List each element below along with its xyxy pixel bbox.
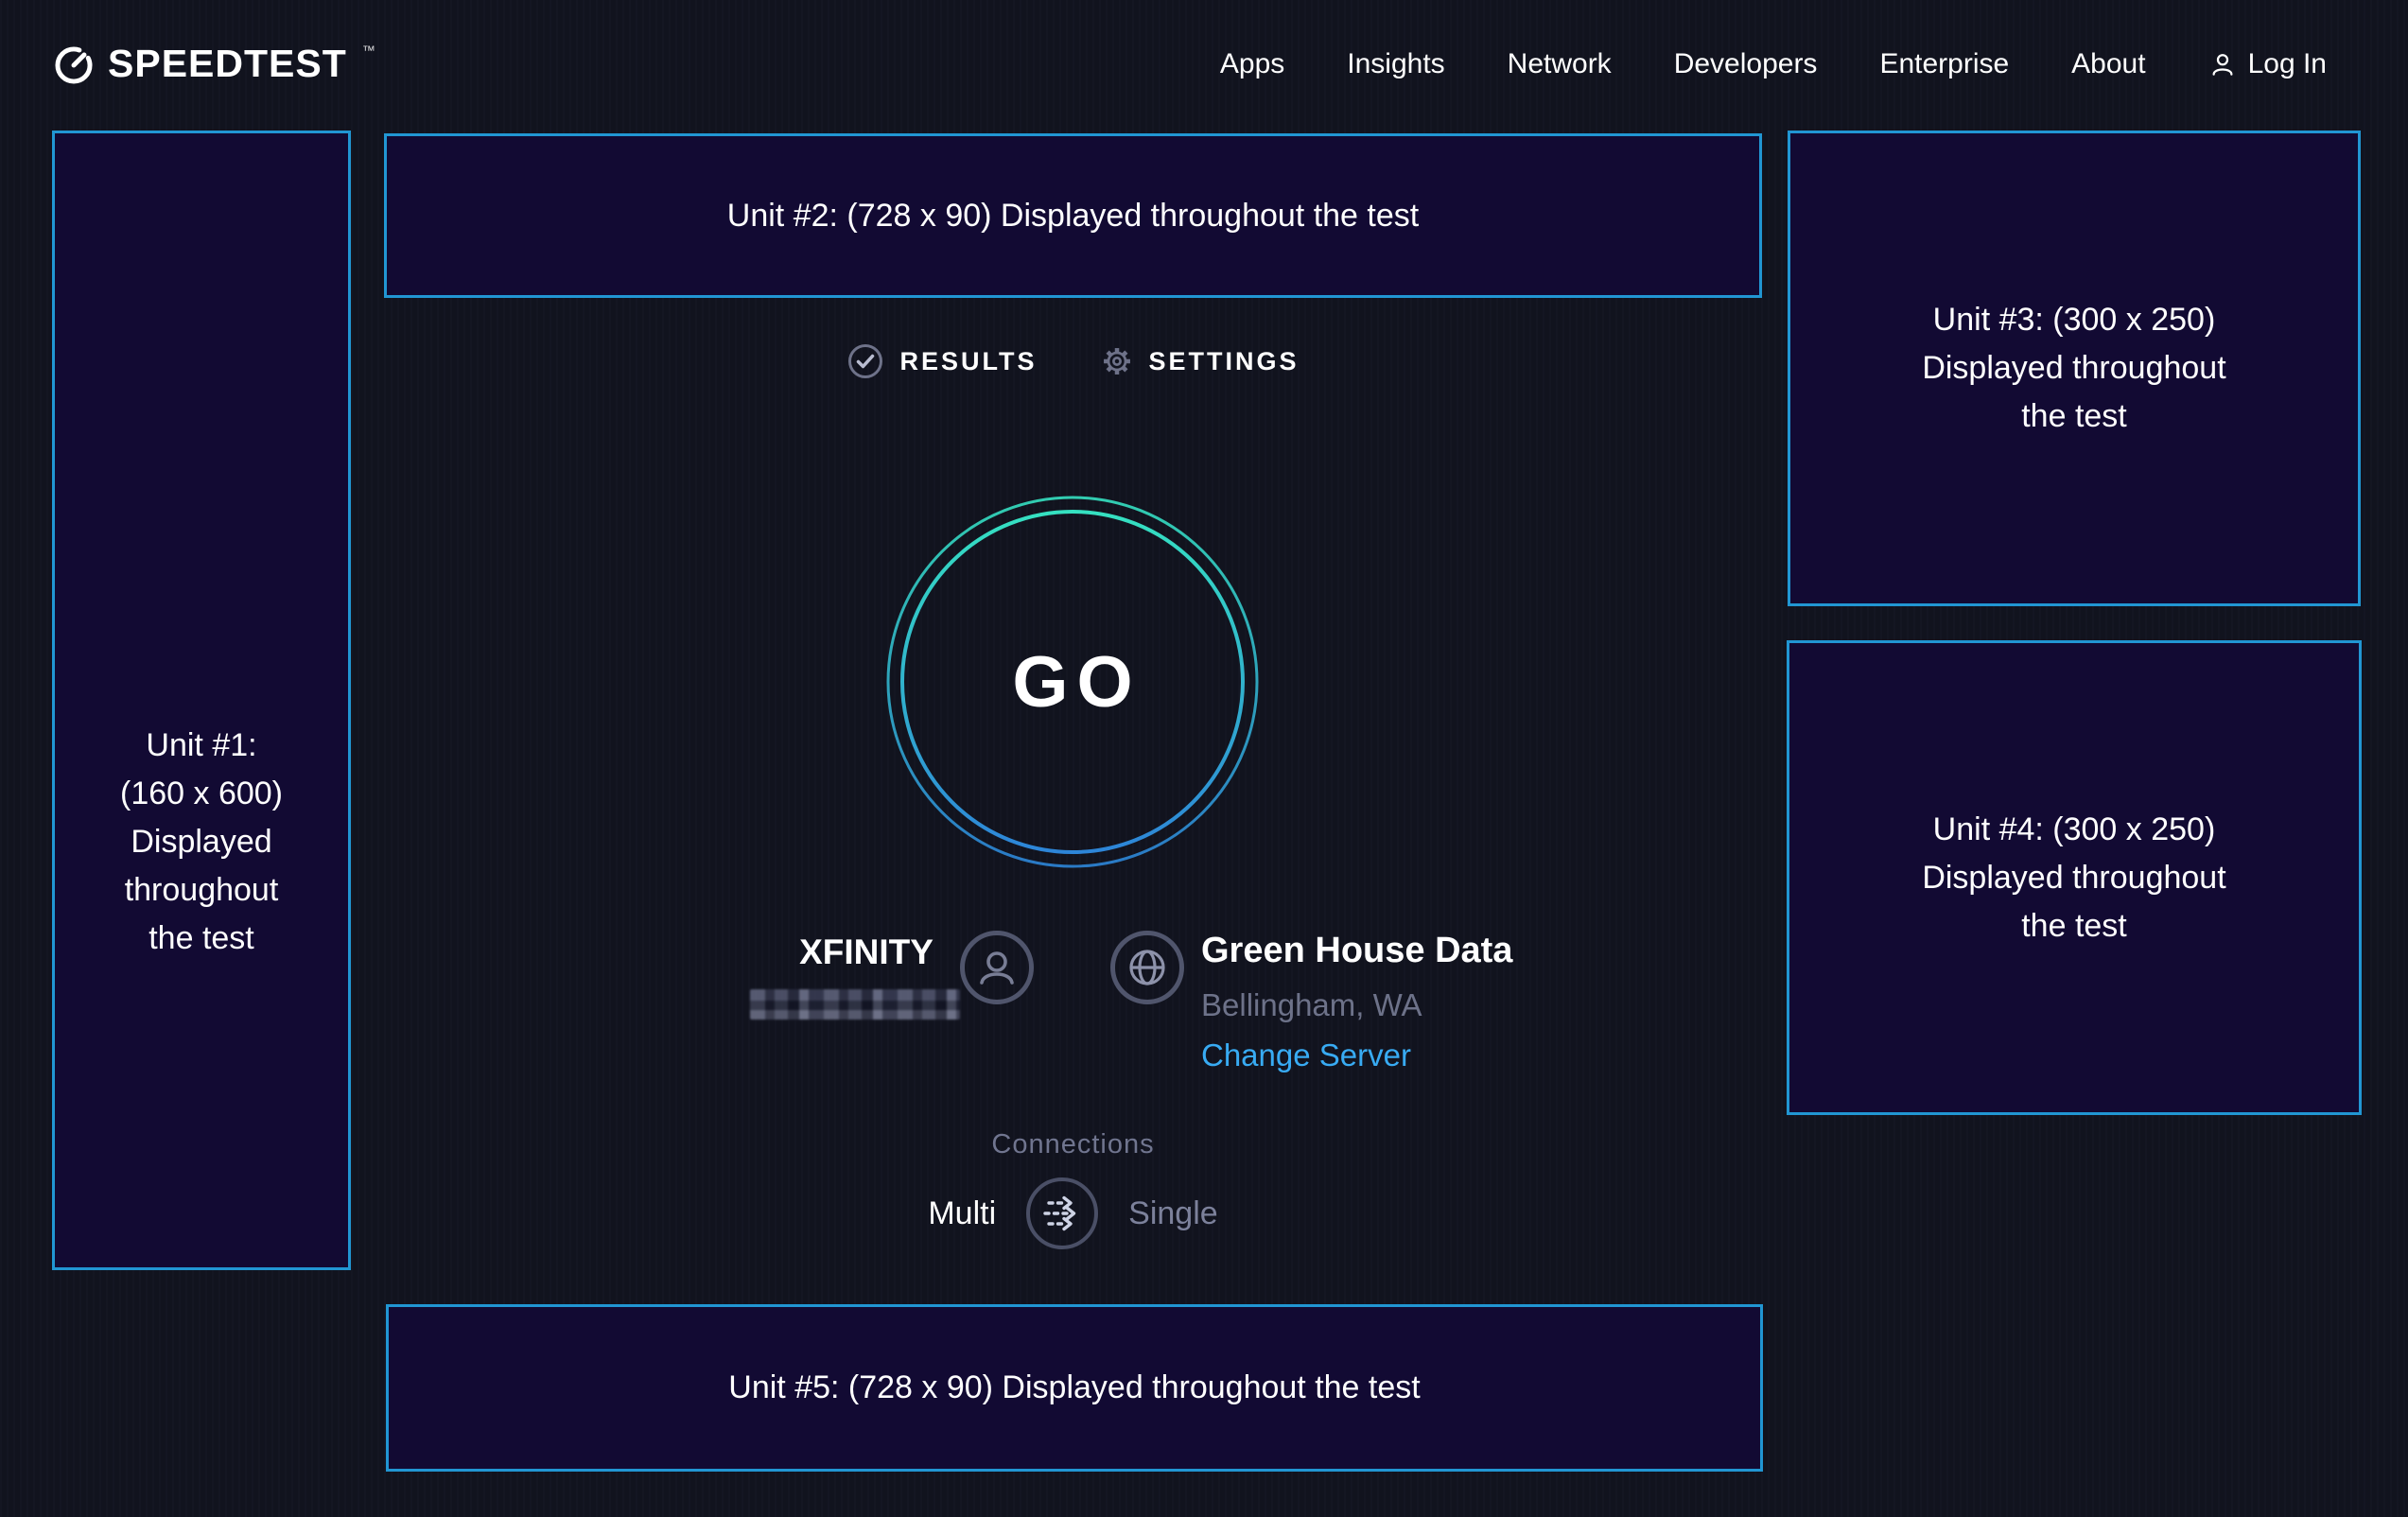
ad-unit-4-text: Unit #4: (300 x 250) Displayed throughou… bbox=[1922, 806, 2225, 950]
nav-item-enterprise[interactable]: Enterprise bbox=[1879, 48, 2009, 80]
ad-unit-1-text: Unit #1: (160 x 600) Displayed throughou… bbox=[120, 438, 283, 963]
login-button[interactable]: Log In bbox=[2208, 48, 2327, 80]
tab-settings[interactable]: SETTINGS bbox=[1100, 344, 1300, 378]
multi-connection-arrows-icon bbox=[1038, 1189, 1087, 1238]
tab-settings-label: SETTINGS bbox=[1149, 347, 1300, 376]
globe-icon bbox=[1123, 943, 1172, 992]
server-location: Bellingham, WA bbox=[1201, 987, 1422, 1023]
user-icon bbox=[2208, 50, 2237, 78]
tab-results-label: RESULTS bbox=[899, 347, 1037, 376]
ad-unit-3-text: Unit #3: (300 x 250) Displayed throughou… bbox=[1922, 296, 2225, 441]
ad-unit-1[interactable]: Unit #1: (160 x 600) Displayed throughou… bbox=[52, 131, 351, 1270]
ad-unit-2[interactable]: Unit #2: (728 x 90) Displayed throughout… bbox=[384, 133, 1762, 298]
connection-mode-single[interactable]: Single bbox=[1128, 1195, 1218, 1232]
connections-label: Connections bbox=[384, 1129, 1762, 1160]
brand-title: SPEEDTEST bbox=[108, 43, 347, 84]
nav-item-network[interactable]: Network bbox=[1508, 48, 1612, 80]
main-nav: Apps Insights Network Developers Enterpr… bbox=[1220, 48, 2327, 80]
logo[interactable]: SPEEDTEST ™ bbox=[53, 43, 375, 86]
gear-icon bbox=[1100, 344, 1134, 378]
nav-item-apps[interactable]: Apps bbox=[1220, 48, 1284, 80]
speedometer-icon bbox=[53, 44, 95, 86]
ad-unit-3[interactable]: Unit #3: (300 x 250) Displayed throughou… bbox=[1788, 131, 2361, 606]
speedtest-page: SPEEDTEST ™ Apps Insights Network Develo… bbox=[0, 0, 2408, 1517]
tab-results[interactable]: RESULTS bbox=[846, 342, 1037, 380]
redacted-ip-address bbox=[750, 989, 960, 1020]
isp-user-badge[interactable] bbox=[960, 931, 1034, 1004]
ad-unit-4[interactable]: Unit #4: (300 x 250) Displayed throughou… bbox=[1787, 640, 2362, 1115]
connection-mode-multi[interactable]: Multi bbox=[928, 1195, 996, 1232]
connections-toggle-row: Multi Single bbox=[384, 1177, 1762, 1249]
check-circle-icon bbox=[846, 342, 884, 380]
server-badge[interactable] bbox=[1110, 931, 1184, 1004]
go-button-label: GO bbox=[1012, 641, 1141, 724]
tabs-bar: RESULTS SETTINGS bbox=[384, 342, 1762, 380]
header: SPEEDTEST ™ Apps Insights Network Develo… bbox=[0, 0, 2408, 129]
ad-unit-2-text: Unit #2: (728 x 90) Displayed throughout… bbox=[727, 192, 1419, 240]
brand-trademark: ™ bbox=[362, 43, 375, 58]
ad-unit-5-text: Unit #5: (728 x 90) Displayed throughout… bbox=[728, 1364, 1420, 1412]
nav-item-developers[interactable]: Developers bbox=[1674, 48, 1818, 80]
go-button[interactable]: GO bbox=[883, 493, 1262, 871]
isp-name: XFINITY bbox=[791, 933, 942, 972]
server-name: Green House Data bbox=[1201, 931, 1512, 971]
ad-unit-5[interactable]: Unit #5: (728 x 90) Displayed throughout… bbox=[386, 1304, 1763, 1472]
person-icon bbox=[970, 941, 1023, 994]
nav-item-insights[interactable]: Insights bbox=[1347, 48, 1444, 80]
nav-item-about[interactable]: About bbox=[2071, 48, 2145, 80]
connections-toggle[interactable] bbox=[1026, 1177, 1098, 1249]
change-server-link[interactable]: Change Server bbox=[1201, 1037, 1411, 1073]
login-label: Log In bbox=[2248, 48, 2327, 80]
